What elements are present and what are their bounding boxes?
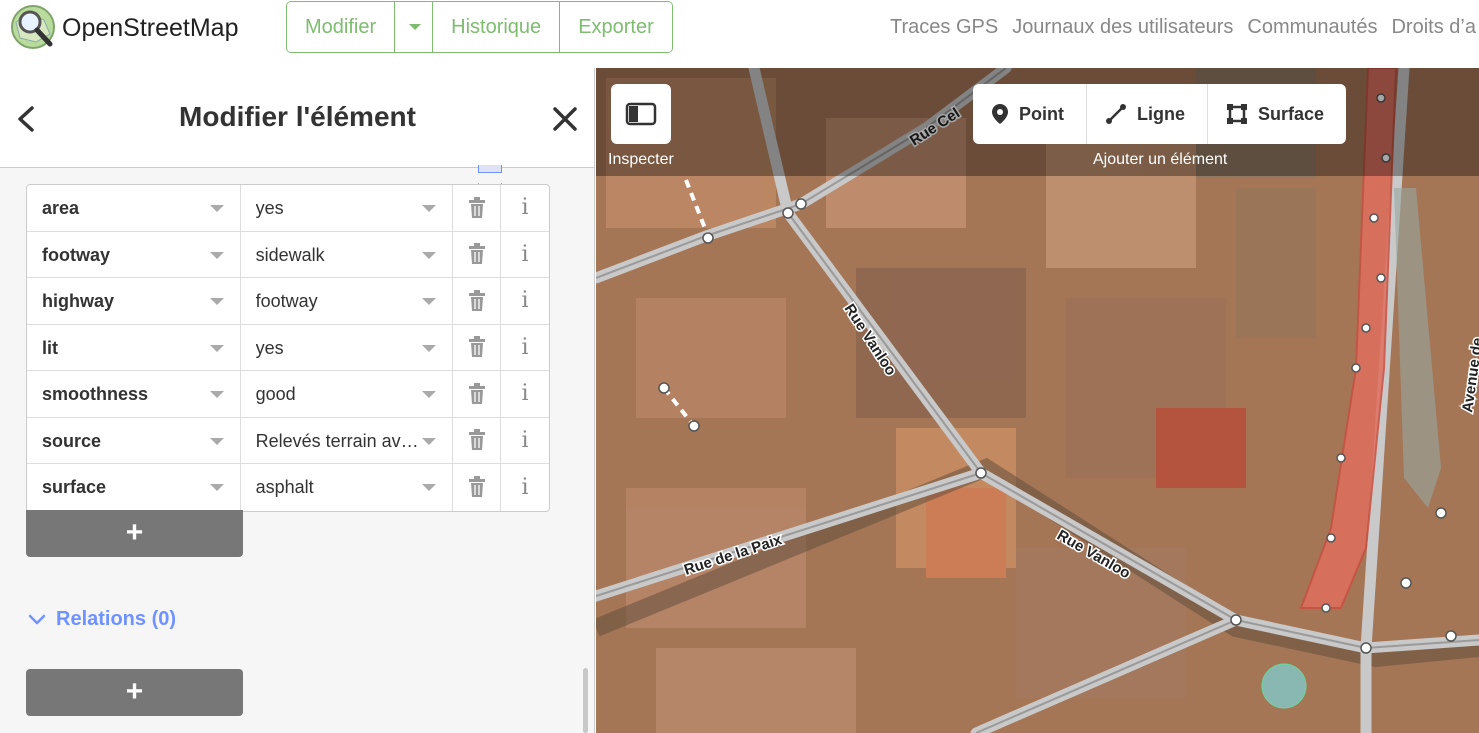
trash-icon	[468, 429, 485, 451]
map-canvas[interactable]: Rue Cel Rue Vanloo Rue de la Paix Rue Va…	[596, 68, 1479, 733]
trash-icon	[468, 243, 485, 265]
table-row: source Relevés terrain avec... i	[27, 417, 549, 464]
nav-link-communities[interactable]: Communautés	[1247, 16, 1377, 39]
editor-sidebar: Modifier l'élément area yes i footway si…	[0, 68, 595, 733]
tag-key-input[interactable]: surface	[27, 464, 241, 511]
inspect-toggle-button[interactable]	[611, 84, 671, 144]
chevron-down-icon[interactable]	[422, 437, 437, 445]
chevron-down-icon[interactable]	[422, 391, 437, 398]
add-point-label: Point	[1019, 103, 1064, 124]
tag-key-input[interactable]: footway	[27, 231, 241, 277]
tag-value-input[interactable]: footway	[241, 278, 454, 324]
tag-value-input[interactable]: yes	[241, 324, 454, 370]
tag-value-input[interactable]: yes	[241, 185, 454, 231]
tag-value-input[interactable]: good	[241, 371, 454, 417]
add-area-label: Surface	[1258, 103, 1325, 124]
sidebar-toggle-icon	[625, 102, 657, 126]
delete-tag-button[interactable]	[453, 324, 502, 370]
chevron-down-icon[interactable]	[422, 251, 437, 259]
close-icon[interactable]	[550, 104, 580, 134]
table-row: lit yes i	[27, 324, 549, 371]
chevron-down-icon[interactable]	[422, 484, 437, 491]
add-area-button[interactable]: Surface	[1208, 84, 1346, 144]
tag-info-icon[interactable]: i	[501, 371, 549, 417]
chevron-down-icon[interactable]	[209, 344, 224, 352]
area-icon	[1227, 104, 1247, 124]
chevron-down-icon[interactable]	[209, 298, 224, 305]
sidebar-header: Modifier l'élément	[0, 68, 594, 168]
tag-editor-table: area yes i footway sidewalk i highway fo…	[26, 184, 550, 512]
chevron-down-icon[interactable]	[422, 298, 437, 305]
add-tag-button[interactable]: +	[26, 510, 243, 557]
trash-icon	[468, 289, 485, 311]
history-button[interactable]: Historique	[433, 2, 561, 52]
trash-icon	[468, 336, 485, 358]
tag-info-icon[interactable]: i	[501, 278, 549, 324]
trash-icon	[468, 382, 485, 404]
chevron-down-icon[interactable]	[422, 205, 437, 212]
tag-key-input[interactable]: lit	[27, 324, 241, 370]
tag-value-input[interactable]: sidewalk	[241, 231, 454, 277]
tag-view-toggle[interactable]	[478, 160, 548, 191]
table-row: smoothness good i	[27, 371, 549, 418]
delete-tag-button[interactable]	[453, 231, 502, 277]
chevron-down-icon[interactable]	[422, 344, 437, 352]
trash-icon	[468, 196, 485, 218]
tag-info-icon[interactable]: i	[501, 464, 549, 511]
nav-link-gps-traces[interactable]: Traces GPS	[890, 16, 998, 39]
chevron-down-icon	[28, 614, 46, 624]
delete-tag-button[interactable]	[453, 371, 502, 417]
chevron-down-icon[interactable]	[209, 437, 224, 445]
add-point-button[interactable]: Point	[973, 84, 1087, 144]
nav-links: Traces GPS Journaux des utilisateurs Com…	[890, 16, 1476, 39]
line-icon	[1106, 104, 1126, 124]
brand-name[interactable]: OpenStreetMap	[62, 14, 239, 43]
panel-title: Modifier l'élément	[179, 101, 416, 132]
chevron-down-icon[interactable]	[209, 484, 224, 491]
tag-info-icon[interactable]: i	[501, 232, 549, 278]
tag-key-input[interactable]: area	[27, 185, 241, 231]
add-relation-button[interactable]: +	[26, 669, 243, 716]
delete-tag-button[interactable]	[453, 185, 502, 231]
delete-tag-button[interactable]	[453, 417, 502, 463]
chevron-down-icon[interactable]	[209, 251, 224, 259]
nav-link-copyright[interactable]: Droits d’a	[1391, 16, 1475, 39]
edit-button-group: Modifier Historique Exporter	[286, 1, 673, 53]
add-line-label: Ligne	[1137, 103, 1185, 124]
tag-key-input[interactable]: smoothness	[27, 371, 241, 417]
export-button[interactable]: Exporter	[560, 2, 672, 52]
list-view-icon[interactable]	[478, 165, 502, 173]
nav-link-user-diaries[interactable]: Journaux des utilisateurs	[1012, 16, 1233, 39]
trash-icon	[468, 476, 485, 498]
chevron-down-icon[interactable]	[209, 205, 224, 212]
tag-key-input[interactable]: highway	[27, 278, 241, 324]
delete-tag-button[interactable]	[453, 278, 502, 324]
top-navbar: OpenStreetMap Modifier Historique Export…	[0, 0, 1479, 68]
tag-value-input[interactable]: asphalt	[241, 464, 454, 511]
relations-label: Relations (0)	[56, 608, 177, 630]
tag-info-icon[interactable]: i	[501, 418, 549, 464]
inspect-label: Inspecter	[608, 151, 674, 168]
edit-dropdown-chevron-icon[interactable]	[395, 2, 434, 52]
tag-info-icon[interactable]: i	[501, 325, 549, 371]
sidebar-scrollbar[interactable]	[583, 668, 588, 733]
tag-key-input[interactable]: source	[27, 417, 241, 463]
tag-info-icon[interactable]: i	[501, 185, 549, 231]
relations-section-toggle[interactable]: Relations (0)	[28, 608, 176, 631]
add-line-button[interactable]: Ligne	[1087, 84, 1208, 144]
edit-button[interactable]: Modifier	[287, 2, 396, 52]
table-row: footway sidewalk i	[27, 231, 549, 278]
tag-value-input[interactable]: Relevés terrain avec...	[241, 417, 454, 463]
add-feature-label: Ajouter un élément	[1093, 151, 1228, 168]
chevron-down-icon[interactable]	[209, 391, 224, 398]
table-row: surface asphalt i	[27, 464, 549, 511]
add-feature-toolbar: Point Ligne Surface	[973, 84, 1347, 144]
osm-logo-icon[interactable]	[10, 4, 56, 50]
table-row: area yes i	[27, 185, 549, 232]
delete-tag-button[interactable]	[453, 464, 502, 511]
map-pin-icon	[992, 104, 1008, 124]
table-row: highway footway i	[27, 278, 549, 325]
